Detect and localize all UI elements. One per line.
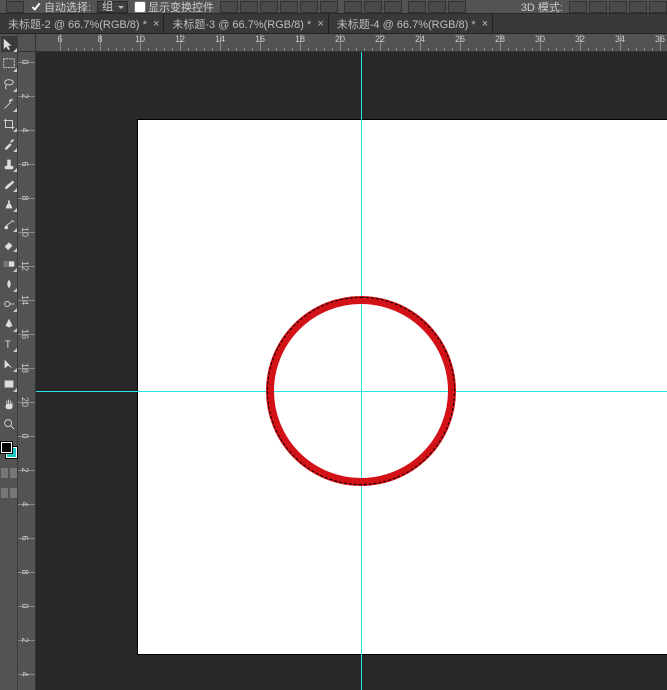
document-tab-bar: 未标题-2 @ 66.7%(RGB/8) * × 未标题-3 @ 66.7%(R… — [0, 14, 667, 34]
quick-mask-mode-icon[interactable] — [10, 468, 17, 478]
eyedropper-tool-icon[interactable] — [1, 136, 17, 152]
align-middle-v-icon[interactable] — [300, 1, 318, 13]
rectangular-marquee-tool-icon[interactable] — [1, 56, 17, 72]
color-swatches[interactable] — [1, 442, 17, 458]
vertical-ruler[interactable]: 0246810121416182002468024 — [18, 52, 36, 690]
canvas-viewport: 681012141618202224262830323436 024681012… — [18, 34, 667, 690]
close-icon[interactable]: × — [153, 18, 159, 30]
type-tool-icon[interactable]: T — [1, 336, 17, 352]
document-tab-label: 未标题-4 @ 66.7%(RGB/8) * — [337, 16, 476, 32]
arrange2-icon[interactable] — [428, 1, 446, 13]
hand-tool-icon[interactable] — [1, 396, 17, 412]
healing-brush-tool-icon[interactable] — [1, 156, 17, 172]
close-icon[interactable]: × — [317, 18, 323, 30]
screen-mode-group — [1, 488, 17, 498]
tool-bar: T — [0, 34, 18, 690]
zoom-tool-icon[interactable] — [1, 416, 17, 432]
close-icon[interactable]: × — [482, 18, 488, 30]
magic-wand-tool-icon[interactable] — [1, 96, 17, 112]
auto-select-dropdown[interactable]: 组 — [97, 1, 128, 13]
auto-select-label: 自动选择: — [44, 0, 91, 15]
mode3d-group — [569, 1, 667, 13]
standard-mode-icon[interactable] — [1, 468, 8, 478]
gradient-tool-icon[interactable] — [1, 256, 17, 272]
move-tool-preset-icon[interactable] — [6, 1, 24, 13]
history-brush-tool-icon[interactable] — [1, 216, 17, 232]
mode3d-pan-icon[interactable] — [609, 1, 627, 13]
ruler-origin[interactable] — [18, 34, 36, 52]
move-tool-icon[interactable] — [1, 36, 17, 52]
options-bar: 自动选择: 组 显示变换控件 3D 模式: — [0, 0, 667, 14]
show-transform-controls-checkbox[interactable]: 显示变换控件 — [134, 0, 214, 13]
mode3d-roll-icon[interactable] — [589, 1, 607, 13]
document-tab-label: 未标题-2 @ 66.7%(RGB/8) * — [8, 16, 147, 32]
lasso-tool-icon[interactable] — [1, 76, 17, 92]
rectangle-shape-tool-icon[interactable] — [1, 376, 17, 392]
document-tab[interactable]: 未标题-3 @ 66.7%(RGB/8) * × — [164, 14, 328, 34]
align-bottom-icon[interactable] — [320, 1, 338, 13]
distribute-v-icon[interactable] — [364, 1, 382, 13]
align-top-icon[interactable] — [280, 1, 298, 13]
mode3d-orbit-icon[interactable] — [569, 1, 587, 13]
svg-text:T: T — [4, 339, 11, 351]
document-tab-label: 未标题-3 @ 66.7%(RGB/8) * — [172, 16, 311, 32]
auto-select-checkbox[interactable]: 自动选择: — [30, 0, 91, 13]
eraser-tool-icon[interactable] — [1, 236, 17, 252]
distribute-group — [344, 1, 402, 13]
path-selection-tool-icon[interactable] — [1, 356, 17, 372]
arrange3-icon[interactable] — [448, 1, 466, 13]
screen-mode-full-icon[interactable] — [10, 488, 17, 498]
align-right-icon[interactable] — [260, 1, 278, 13]
blur-tool-icon[interactable] — [1, 276, 17, 292]
horizontal-ruler[interactable]: 681012141618202224262830323436 — [36, 34, 667, 52]
arrange-icon[interactable] — [408, 1, 426, 13]
crop-tool-icon[interactable] — [1, 116, 17, 132]
canvas-area[interactable] — [36, 52, 667, 690]
mode3d-slide-icon[interactable] — [629, 1, 647, 13]
arrange-group — [408, 1, 466, 13]
brush-tool-icon[interactable] — [1, 176, 17, 192]
show-transform-label: 显示变换控件 — [148, 0, 214, 15]
distribute-h-icon[interactable] — [344, 1, 362, 13]
document-tab[interactable]: 未标题-4 @ 66.7%(RGB/8) * × — [329, 14, 493, 34]
mode3d-zoom-icon[interactable] — [649, 1, 667, 13]
dodge-tool-icon[interactable] — [1, 296, 17, 312]
red-circle-shape[interactable] — [266, 296, 456, 486]
mode3d-label: 3D 模式: — [521, 0, 563, 15]
foreground-color-swatch[interactable] — [1, 442, 12, 453]
distribute-spacing-icon[interactable] — [384, 1, 402, 13]
align-left-icon[interactable] — [220, 1, 238, 13]
document-tab[interactable]: 未标题-2 @ 66.7%(RGB/8) * × — [0, 14, 164, 34]
align-center-h-icon[interactable] — [240, 1, 258, 13]
clone-stamp-tool-icon[interactable] — [1, 196, 17, 212]
pen-tool-icon[interactable] — [1, 316, 17, 332]
edit-mode-group — [1, 468, 17, 478]
screen-mode-standard-icon[interactable] — [1, 488, 8, 498]
align-group — [220, 1, 338, 13]
